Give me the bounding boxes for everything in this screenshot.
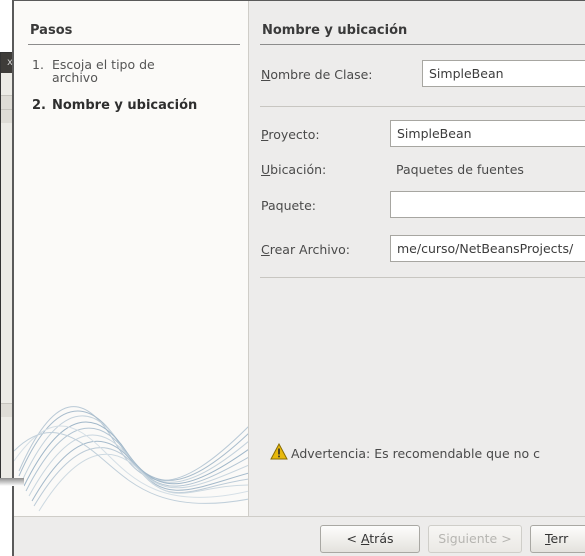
- wave-decoration: [14, 406, 248, 512]
- steps-divider: [28, 44, 240, 45]
- steps-panel: Pasos 1. Escoja el tipo de archivo 2. Nomb…: [14, 1, 249, 516]
- content-header: Nombre y ubicación: [262, 23, 408, 38]
- content-panel: Nombre y ubicación Nombre de Clase: Simp…: [250, 1, 585, 516]
- new-file-wizard-dialog: Pasos 1. Escoja el tipo de archivo 2. Nomb…: [12, 0, 585, 556]
- step-number: 1.: [32, 57, 44, 72]
- step-label-continued: archivo: [52, 70, 98, 85]
- warning-icon: [270, 443, 288, 460]
- step-number: 2.: [32, 98, 46, 113]
- steps-header: Pasos: [30, 23, 73, 38]
- project-label: Proyecto:: [261, 127, 320, 142]
- finish-button[interactable]: Terr: [530, 525, 585, 553]
- next-button[interactable]: Siguiente >: [428, 525, 522, 553]
- dialog-footer: < Atrás Siguiente > Terr: [14, 516, 585, 556]
- project-field[interactable]: SimpleBean: [390, 120, 585, 147]
- location-value[interactable]: Paquetes de fuentes: [396, 162, 524, 177]
- step-item-1: 1. Escoja el tipo de archivo: [32, 58, 155, 84]
- class-name-label: Nombre de Clase:: [261, 67, 373, 82]
- back-button[interactable]: < Atrás: [320, 525, 420, 553]
- content-divider: [260, 44, 585, 45]
- package-input[interactable]: [390, 191, 585, 218]
- class-name-input[interactable]: SimpleBean: [422, 60, 585, 87]
- separator: [260, 106, 585, 107]
- package-label: Paquete:: [261, 198, 316, 213]
- warning-message: Advertencia: Es recomendable que no c: [291, 446, 541, 461]
- separator: [260, 277, 585, 278]
- location-label: Ubicación:: [261, 162, 327, 177]
- create-file-field[interactable]: me/curso/NetBeansProjects/: [390, 235, 585, 262]
- create-file-label: Crear Archivo:: [261, 242, 351, 257]
- step-item-2: 2. Nombre y ubicación: [32, 99, 197, 112]
- step-label: Nombre y ubicación: [52, 98, 198, 113]
- background-window-shadow: [0, 478, 24, 486]
